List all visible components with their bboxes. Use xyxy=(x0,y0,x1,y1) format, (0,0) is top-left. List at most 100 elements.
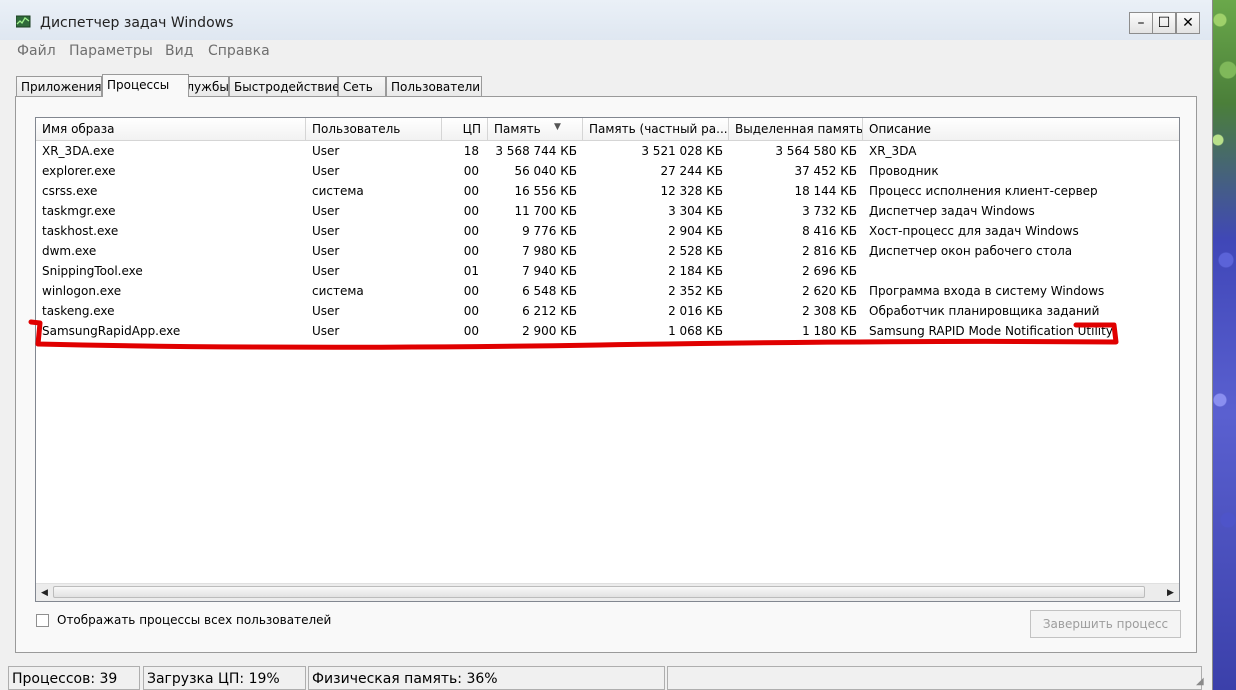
desktop-wallpaper xyxy=(1212,0,1236,690)
status-cpu: Загрузка ЦП: 19% xyxy=(143,666,306,690)
cell-commit-size: 37 452 КБ xyxy=(794,164,857,178)
cell-image-name: taskeng.exe xyxy=(42,304,115,318)
cell-memory: 3 568 744 КБ xyxy=(495,144,577,158)
table-row[interactable]: taskeng.exe User 00 6 212 КБ 2 016 КБ 2 308 К… xyxy=(36,301,1179,321)
cell-description: Обработчик планировщика заданий xyxy=(869,304,1100,318)
cell-private-memory: 3 304 КБ xyxy=(668,204,723,218)
scroll-right-icon[interactable]: ▶ xyxy=(1162,584,1179,601)
list-header: Имя образа Пользователь ЦП Память ▼ Памя… xyxy=(36,118,1179,141)
column-label: Память xyxy=(494,122,541,136)
column-cpu[interactable]: ЦП xyxy=(442,118,488,140)
cell-memory: 2 900 КБ xyxy=(522,324,577,338)
cell-commit-size: 18 144 КБ xyxy=(794,184,857,198)
cell-cpu: 00 xyxy=(463,224,479,238)
cell-image-name: taskmgr.exe xyxy=(42,204,116,218)
cell-commit-size: 2 620 КБ xyxy=(802,284,857,298)
horizontal-scrollbar[interactable]: ◀ ▶ xyxy=(36,583,1179,601)
cell-private-memory: 2 016 КБ xyxy=(668,304,723,318)
cell-commit-size: 3 732 КБ xyxy=(802,204,857,218)
table-row[interactable]: winlogon.exe система 00 6 548 КБ 2 352 КБ 2 6… xyxy=(36,281,1179,301)
cell-memory: 56 040 КБ xyxy=(514,164,577,178)
cell-memory: 7 940 КБ xyxy=(522,264,577,278)
process-list[interactable]: Имя образа Пользователь ЦП Память ▼ Памя… xyxy=(35,117,1180,602)
cell-description: Процесс исполнения клиент-сервер xyxy=(869,184,1098,198)
column-label: Имя образа xyxy=(42,122,115,136)
cell-private-memory: 3 521 028 КБ xyxy=(641,144,723,158)
show-all-processes-label: Отображать процессы всех пользователей xyxy=(57,613,332,627)
status-empty xyxy=(667,666,1202,690)
status-processes: Процессов: 39 xyxy=(8,666,140,690)
cell-description: Проводник xyxy=(869,164,939,178)
table-row[interactable]: taskmgr.exe User 00 11 700 КБ 3 304 КБ 3 732 … xyxy=(36,201,1179,221)
column-description[interactable]: Описание xyxy=(863,118,1179,140)
table-row[interactable]: taskhost.exe User 00 9 776 КБ 2 904 КБ 8 416 … xyxy=(36,221,1179,241)
cell-image-name: taskhost.exe xyxy=(42,224,119,238)
menu-parameters[interactable]: Параметры xyxy=(69,43,153,59)
table-row[interactable]: csrss.exe система 00 16 556 КБ 12 328 КБ 18 1… xyxy=(36,181,1179,201)
cell-image-name: dwm.exe xyxy=(42,244,97,258)
resize-grip-icon[interactable]: ◢ xyxy=(1196,676,1208,688)
cell-cpu: 00 xyxy=(463,244,479,258)
cell-image-name: explorer.exe xyxy=(42,164,116,178)
table-row[interactable]: dwm.exe User 00 7 980 КБ 2 528 КБ 2 816 КБ Дис… xyxy=(36,241,1179,261)
column-commit-size[interactable]: Выделенная память xyxy=(729,118,863,140)
column-memory[interactable]: Память ▼ xyxy=(488,118,583,140)
menu-view[interactable]: Вид xyxy=(165,43,193,59)
cell-memory: 11 700 КБ xyxy=(514,204,577,218)
cell-cpu: 00 xyxy=(463,164,479,178)
cell-memory: 6 548 КБ xyxy=(522,284,577,298)
scroll-thumb[interactable] xyxy=(53,586,1145,598)
tab-processes[interactable]: Процессы xyxy=(102,74,189,97)
cell-image-name: XR_3DA.exe xyxy=(42,144,115,158)
cell-user: User xyxy=(312,144,340,158)
window-title: Диспетчер задач Windows xyxy=(40,15,234,31)
cell-user: User xyxy=(312,244,340,258)
column-user[interactable]: Пользователь xyxy=(306,118,442,140)
cell-private-memory: 27 244 КБ xyxy=(660,164,723,178)
end-process-button[interactable]: Завершить процесс xyxy=(1030,610,1181,638)
cell-commit-size: 2 696 КБ xyxy=(802,264,857,278)
cell-memory: 16 556 КБ xyxy=(514,184,577,198)
column-label: Пользователь xyxy=(312,122,401,136)
cell-description: Диспетчер задач Windows xyxy=(869,204,1035,218)
column-private-memory[interactable]: Память (частный ра... xyxy=(583,118,729,140)
cell-commit-size: 8 416 КБ xyxy=(802,224,857,238)
cell-private-memory: 2 184 КБ xyxy=(668,264,723,278)
cell-user: User xyxy=(312,304,340,318)
maximize-button[interactable]: ☐ xyxy=(1152,12,1176,34)
table-row[interactable]: SamsungRapidApp.exe User 00 2 900 КБ 1 068 К… xyxy=(36,321,1179,341)
cell-commit-size: 3 564 580 КБ xyxy=(775,144,857,158)
menu-file[interactable]: Файл xyxy=(17,43,56,59)
minimize-button[interactable]: – xyxy=(1129,12,1153,34)
cell-memory: 9 776 КБ xyxy=(522,224,577,238)
minimize-icon: – xyxy=(1137,15,1145,31)
table-row[interactable]: SnippingTool.exe User 01 7 940 КБ 2 184 КБ 2 … xyxy=(36,261,1179,281)
sort-descending-icon: ▼ xyxy=(554,122,561,132)
cell-user: User xyxy=(312,224,340,238)
cell-cpu: 00 xyxy=(463,204,479,218)
show-all-processes-checkbox[interactable] xyxy=(36,614,49,627)
maximize-icon: ☐ xyxy=(1157,15,1171,31)
table-row[interactable]: explorer.exe User 00 56 040 КБ 27 244 КБ 37 4… xyxy=(36,161,1179,181)
cell-commit-size: 2 308 КБ xyxy=(802,304,857,318)
menu-help[interactable]: Справка xyxy=(208,43,270,59)
tab-network[interactable]: Сеть xyxy=(338,76,386,96)
close-button[interactable]: ✕ xyxy=(1176,12,1200,34)
cell-user: система xyxy=(312,284,364,298)
cell-cpu: 00 xyxy=(463,324,479,338)
cell-cpu: 00 xyxy=(463,304,479,318)
title-bar: Диспетчер задач Windows – ☐ ✕ xyxy=(0,0,1212,40)
tab-users[interactable]: Пользователи xyxy=(386,76,482,96)
menu-bar: Файл Параметры Вид Справка xyxy=(0,40,1212,64)
scroll-left-icon[interactable]: ◀ xyxy=(36,584,53,601)
table-row[interactable]: XR_3DA.exe User 18 3 568 744 КБ 3 521 028 КБ… xyxy=(36,141,1179,161)
column-image-name[interactable]: Имя образа xyxy=(36,118,306,140)
tab-performance[interactable]: Быстродействие xyxy=(229,76,340,96)
cell-image-name: csrss.exe xyxy=(42,184,98,198)
column-label: Описание xyxy=(869,122,932,136)
cell-cpu: 18 xyxy=(463,144,479,158)
close-icon: ✕ xyxy=(1182,15,1194,31)
cell-user: User xyxy=(312,204,340,218)
tab-applications[interactable]: Приложения xyxy=(16,76,102,96)
cell-memory: 6 212 КБ xyxy=(522,304,577,318)
